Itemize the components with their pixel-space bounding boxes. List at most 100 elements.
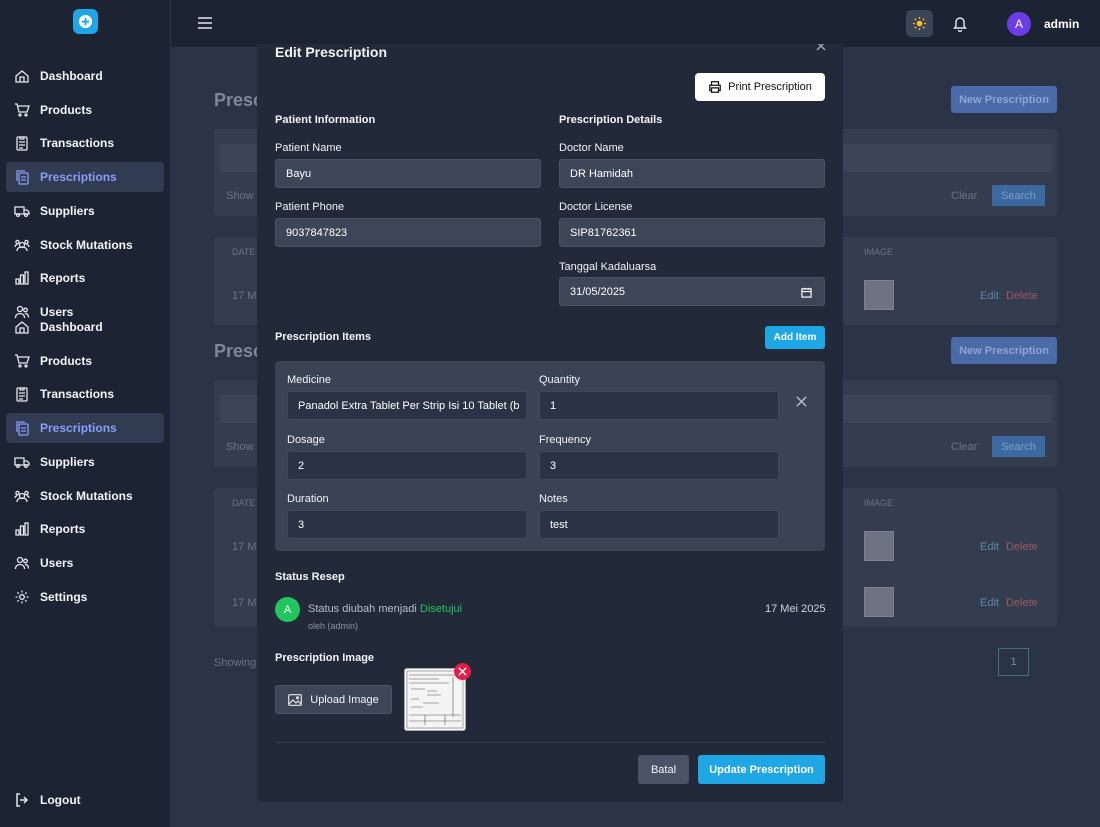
logout-button[interactable]: Logout <box>6 785 164 815</box>
remove-image-icon[interactable] <box>454 663 471 680</box>
upload-image-button[interactable]: Upload Image <box>275 685 392 714</box>
delete-link[interactable]: Delete <box>1006 597 1038 609</box>
topbar: A admin <box>171 0 1100 48</box>
status-value: Disetujui <box>419 603 463 615</box>
quantity-input[interactable]: 1 <box>539 391 779 420</box>
row-thumbnail[interactable] <box>864 280 894 310</box>
upload-button-label: Upload Image <box>310 693 379 706</box>
delete-link[interactable]: Delete <box>1006 290 1038 302</box>
doctor-name-input[interactable]: DR Hamidah <box>559 159 825 188</box>
frequency-input[interactable]: 3 <box>539 451 779 480</box>
items-section-heading: Prescription Items <box>275 331 371 343</box>
sidebar-item-products[interactable]: Products <box>6 346 164 376</box>
edit-link[interactable]: Edit <box>980 541 999 553</box>
update-prescription-button[interactable]: Update Prescription <box>698 755 825 784</box>
user-avatar[interactable]: A <box>1007 12 1031 36</box>
home-icon <box>13 67 31 85</box>
notes-input[interactable]: test <box>539 510 779 539</box>
details-section-heading: Prescription Details <box>559 114 663 126</box>
sidebar-item-label: Transactions <box>40 136 115 151</box>
edit-prescription-modal: Edit Prescription Print Prescription Pat… <box>257 44 843 802</box>
sidebar-item-reports[interactable]: Reports <box>6 514 164 544</box>
doctor-license-input[interactable]: SIP81762361 <box>559 218 825 247</box>
row-thumbnail[interactable] <box>864 587 894 617</box>
status-section-heading: Status Resep <box>275 571 345 583</box>
edit-link[interactable]: Edit <box>980 290 999 302</box>
remove-item-icon[interactable] <box>796 396 807 407</box>
menu-icon[interactable] <box>197 16 213 30</box>
sidebar-item-label: Dashboard <box>40 320 103 334</box>
bar-chart-icon <box>13 520 31 538</box>
delete-link[interactable]: Delete <box>1006 541 1038 553</box>
close-icon[interactable] <box>815 44 827 52</box>
print-prescription-button[interactable]: Print Prescription <box>695 73 825 101</box>
quantity-label: Quantity <box>539 374 580 386</box>
image-section-heading: Prescription Image <box>275 652 375 664</box>
sidebar-item-transactions[interactable]: Transactions <box>6 128 164 158</box>
search-button[interactable]: Search <box>992 185 1045 206</box>
sidebar-item-dashboard[interactable]: Dashboard <box>6 312 164 342</box>
duration-input[interactable]: 3 <box>287 510 527 539</box>
new-prescription-button-duplicate[interactable]: New Prescription <box>951 337 1057 364</box>
user-name[interactable]: admin <box>1044 17 1079 31</box>
search-button-duplicate[interactable]: Search <box>992 436 1045 457</box>
sidebar-item-settings[interactable]: Settings <box>6 582 164 612</box>
truck-icon <box>13 202 31 220</box>
sidebar-item-users[interactable]: Users <box>6 548 164 578</box>
sidebar-item-stock-mutations[interactable]: Stock Mutations <box>6 481 164 511</box>
show-label: Show <box>226 190 254 202</box>
pagination-info: Showing <box>214 657 257 669</box>
sidebar-item-label: Suppliers <box>40 454 95 469</box>
cancel-button[interactable]: Batal <box>638 755 689 784</box>
edit-link[interactable]: Edit <box>980 597 999 609</box>
copy-icon <box>13 168 31 186</box>
users-cog-icon <box>13 487 31 505</box>
sidebar-item-transactions[interactable]: Transactions <box>6 379 164 409</box>
cart-icon <box>13 101 31 119</box>
dosage-input[interactable]: 2 <box>287 451 527 480</box>
medicine-select[interactable]: Panadol Extra Tablet Per Strip Isi 10 Ta… <box>287 391 527 420</box>
row-thumbnail[interactable] <box>864 531 894 561</box>
bar-chart-icon <box>13 269 31 287</box>
frequency-label: Frequency <box>539 434 591 446</box>
sidebar-item-label: Products <box>40 353 93 368</box>
app-logo[interactable] <box>73 9 98 34</box>
patient-phone-label: Patient Phone <box>275 201 345 213</box>
add-item-button[interactable]: Add Item <box>765 326 825 349</box>
sidebar-item-label: Stock Mutations <box>40 488 133 503</box>
patient-name-input[interactable]: Bayu <box>275 159 541 188</box>
patient-name-label: Patient Name <box>275 142 342 154</box>
print-button-label: Print Prescription <box>728 81 812 93</box>
clear-button[interactable]: Clear <box>951 190 977 202</box>
col-image: IMAGE <box>864 247 894 257</box>
sidebar-item-prescriptions[interactable]: Prescriptions <box>6 413 164 444</box>
bell-icon[interactable] <box>952 15 968 32</box>
dosage-label: Dosage <box>287 434 325 446</box>
users-cog-icon <box>13 236 31 254</box>
sidebar-item-dashboard[interactable]: Dashboard <box>6 61 164 91</box>
printer-icon <box>709 81 721 93</box>
prescription-document-image <box>405 669 465 730</box>
modal-title: Edit Prescription <box>275 44 388 60</box>
pagination-page[interactable]: 1 <box>998 648 1029 676</box>
sidebar-item-suppliers[interactable]: Suppliers <box>6 447 164 477</box>
expiry-date-input[interactable]: 31/05/2025 <box>559 277 825 306</box>
new-prescription-button[interactable]: New Prescription <box>951 86 1057 113</box>
patient-phone-input[interactable]: 9037847823 <box>275 218 541 247</box>
notes-label: Notes <box>539 493 568 505</box>
sidebar-item-products[interactable]: Products <box>6 95 164 125</box>
status-text: Status diubah menjadi <box>308 603 417 615</box>
sidebar-item-prescriptions[interactable]: Prescriptions <box>6 162 164 193</box>
theme-toggle-button[interactable] <box>906 10 933 37</box>
sidebar-item-suppliers[interactable]: Suppliers <box>6 196 164 226</box>
medicine-label: Medicine <box>287 374 332 386</box>
logout-label: Logout <box>40 793 81 807</box>
copy-icon <box>13 419 31 437</box>
sidebar-item-reports[interactable]: Reports <box>6 263 164 293</box>
sidebar-item-stock-mutations[interactable]: Stock Mutations <box>6 230 164 260</box>
clear-button-duplicate[interactable]: Clear <box>951 441 977 453</box>
sidebar-item-label: Suppliers <box>40 203 95 218</box>
col-image-duplicate: IMAGE <box>864 498 894 508</box>
calendar-icon[interactable] <box>801 287 812 298</box>
clipboard-icon <box>13 134 31 152</box>
